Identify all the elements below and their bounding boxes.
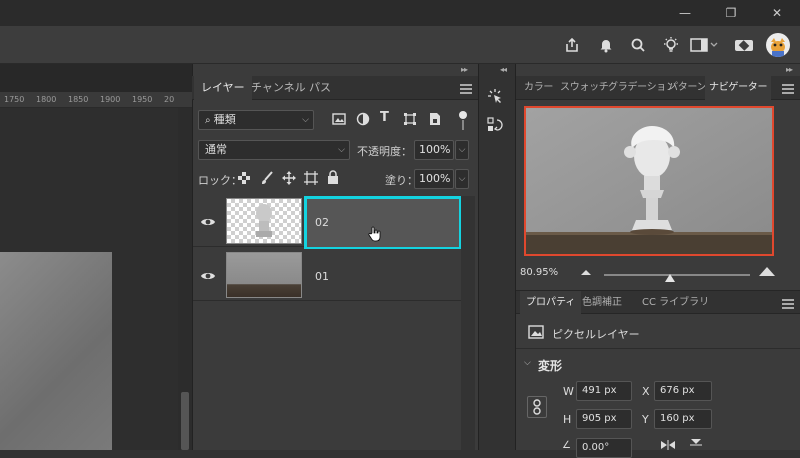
filter-type-icon[interactable]: T (380, 110, 389, 125)
properties-panel-tabs: プロパティ 色調補正 CC ライブラリ (516, 290, 800, 315)
chain-link-icon (533, 399, 541, 415)
layer-thumbnail-02[interactable] (226, 198, 302, 244)
filter-pixel-icon[interactable] (332, 112, 346, 126)
lock-label: ロック： (198, 174, 242, 187)
height-label: H (563, 413, 572, 426)
mouse-cursor-icon (368, 226, 382, 242)
restore-button[interactable]: ❐ (708, 0, 754, 26)
opacity-chevron-icon[interactable]: ⌵ (455, 140, 469, 160)
chevron-down-icon: ⌵ (302, 115, 309, 125)
history-tool-icon[interactable] (486, 116, 504, 134)
chevron-down-icon: ⌵ (338, 145, 345, 155)
opacity-label: 不透明度： (357, 145, 412, 158)
search-icon: ⌕ (205, 115, 214, 126)
y-input[interactable]: 160 px (654, 409, 712, 429)
zoom-value[interactable]: 80.95% (520, 267, 558, 278)
panel-menu-icon[interactable] (782, 299, 794, 309)
filter-adjustment-icon[interactable] (356, 112, 370, 126)
restore-icon: ❐ (725, 6, 737, 20)
height-input[interactable]: 905 px (576, 409, 632, 429)
layer-name[interactable]: 02 (315, 216, 329, 229)
x-input[interactable]: 676 px (654, 381, 712, 401)
visibility-eye-icon[interactable] (200, 216, 216, 228)
visibility-eye-icon[interactable] (200, 270, 216, 282)
minimize-icon: — (679, 6, 691, 20)
blend-mode-value: 通常 (205, 143, 227, 156)
filter-smartobject-icon[interactable] (428, 112, 442, 126)
layers-panel-tabs: レイヤー チャンネル パス (192, 76, 478, 100)
collapse-panel-icon[interactable]: ▸▸ (786, 65, 793, 74)
zoom-slider-thumb[interactable] (665, 274, 675, 282)
zoom-out-icon[interactable] (580, 268, 592, 276)
ruler-tick: 1800 (36, 95, 57, 104)
panel-menu-icon[interactable] (782, 84, 794, 94)
tab-adjustments[interactable]: 色調補正 (576, 291, 628, 315)
flip-vertical-icon[interactable] (690, 438, 702, 450)
ruler-tick: 1900 (100, 95, 121, 104)
lightbulb-icon[interactable] (660, 34, 682, 56)
ruler-tick: 20 (164, 95, 175, 104)
navigator-preview[interactable] (524, 106, 774, 256)
y-label: Y (642, 413, 649, 426)
link-dimensions-button[interactable] (527, 396, 547, 418)
layer-filter-dropdown[interactable]: ⌕ 種類 ⌵ (198, 110, 314, 130)
avatar[interactable] (766, 33, 790, 57)
layer-name[interactable]: 01 (315, 270, 329, 283)
share-icon[interactable] (561, 34, 583, 56)
workspace-icon[interactable] (689, 34, 721, 56)
transform-section-title: 変形 (538, 359, 563, 373)
lock-move-icon[interactable] (282, 171, 296, 185)
search-icon[interactable] (627, 34, 649, 56)
lock-all-icon[interactable] (327, 170, 339, 184)
fill-chevron-icon[interactable]: ⌵ (455, 169, 469, 189)
angle-input[interactable]: 0.00° (576, 438, 632, 458)
layer-thumbnail-01[interactable] (226, 252, 302, 298)
x-label: X (642, 385, 650, 398)
lock-brush-icon[interactable] (260, 171, 274, 185)
zoom-in-icon[interactable] (758, 265, 776, 277)
tab-color[interactable]: カラー (520, 76, 557, 100)
tab-patterns[interactable]: パターン (664, 76, 710, 100)
tab-cc-libraries[interactable]: CC ライブラリ (636, 291, 715, 315)
ruler-tick: 1950 (132, 95, 153, 104)
chevron-down-icon[interactable]: ⌵ (524, 358, 531, 368)
width-label: W (563, 385, 574, 398)
horizontal-ruler: 1750 1800 1850 1900 1950 20 (0, 92, 192, 108)
angle-icon: ∠ (562, 440, 571, 451)
properties-tool-icon[interactable] (486, 88, 504, 106)
tab-properties[interactable]: プロパティ (520, 291, 582, 315)
ruler-tick: 1850 (68, 95, 89, 104)
navigator-panel-tabs: カラー スウォッチ グラデーション パターン ナビゲーター (516, 76, 800, 100)
lock-artboard-icon[interactable] (304, 171, 318, 185)
layer-filter-value: 種類 (213, 113, 236, 126)
collapse-panel-icon[interactable]: ▸▸ (461, 65, 468, 74)
minimize-button[interactable]: — (662, 0, 708, 26)
flip-horizontal-icon[interactable] (660, 440, 676, 450)
scrollbar-thumb[interactable] (181, 392, 189, 450)
fill-input[interactable]: 100% (414, 169, 454, 189)
layer-type-label: ピクセルレイヤー (552, 328, 640, 341)
width-input[interactable]: 491 px (576, 381, 632, 401)
close-icon: ✕ (771, 6, 783, 20)
canvas-image[interactable] (0, 252, 112, 450)
zoom-slider-track[interactable] (604, 274, 750, 276)
pixel-layer-icon (528, 325, 544, 339)
opacity-input[interactable]: 100% (414, 140, 454, 160)
bell-icon[interactable] (595, 34, 617, 56)
filter-toggle-icon[interactable] (459, 111, 467, 119)
layers-scrollbar[interactable] (461, 196, 475, 450)
tab-paths[interactable]: パス (302, 76, 338, 100)
plugin-icon[interactable] (733, 34, 755, 56)
filter-toggle-stem (462, 120, 464, 130)
divider (516, 348, 800, 349)
expand-panel-icon[interactable]: ◂◂ (500, 65, 507, 74)
ruler-tick: 1750 (4, 95, 25, 104)
close-button[interactable]: ✕ (754, 0, 800, 26)
filter-shape-icon[interactable] (403, 112, 417, 126)
tab-navigator[interactable]: ナビゲーター (705, 76, 772, 100)
panel-menu-icon[interactable] (460, 84, 472, 94)
blend-mode-dropdown[interactable]: 通常 ⌵ (198, 140, 350, 160)
lock-transparent-icon[interactable] (238, 172, 250, 184)
